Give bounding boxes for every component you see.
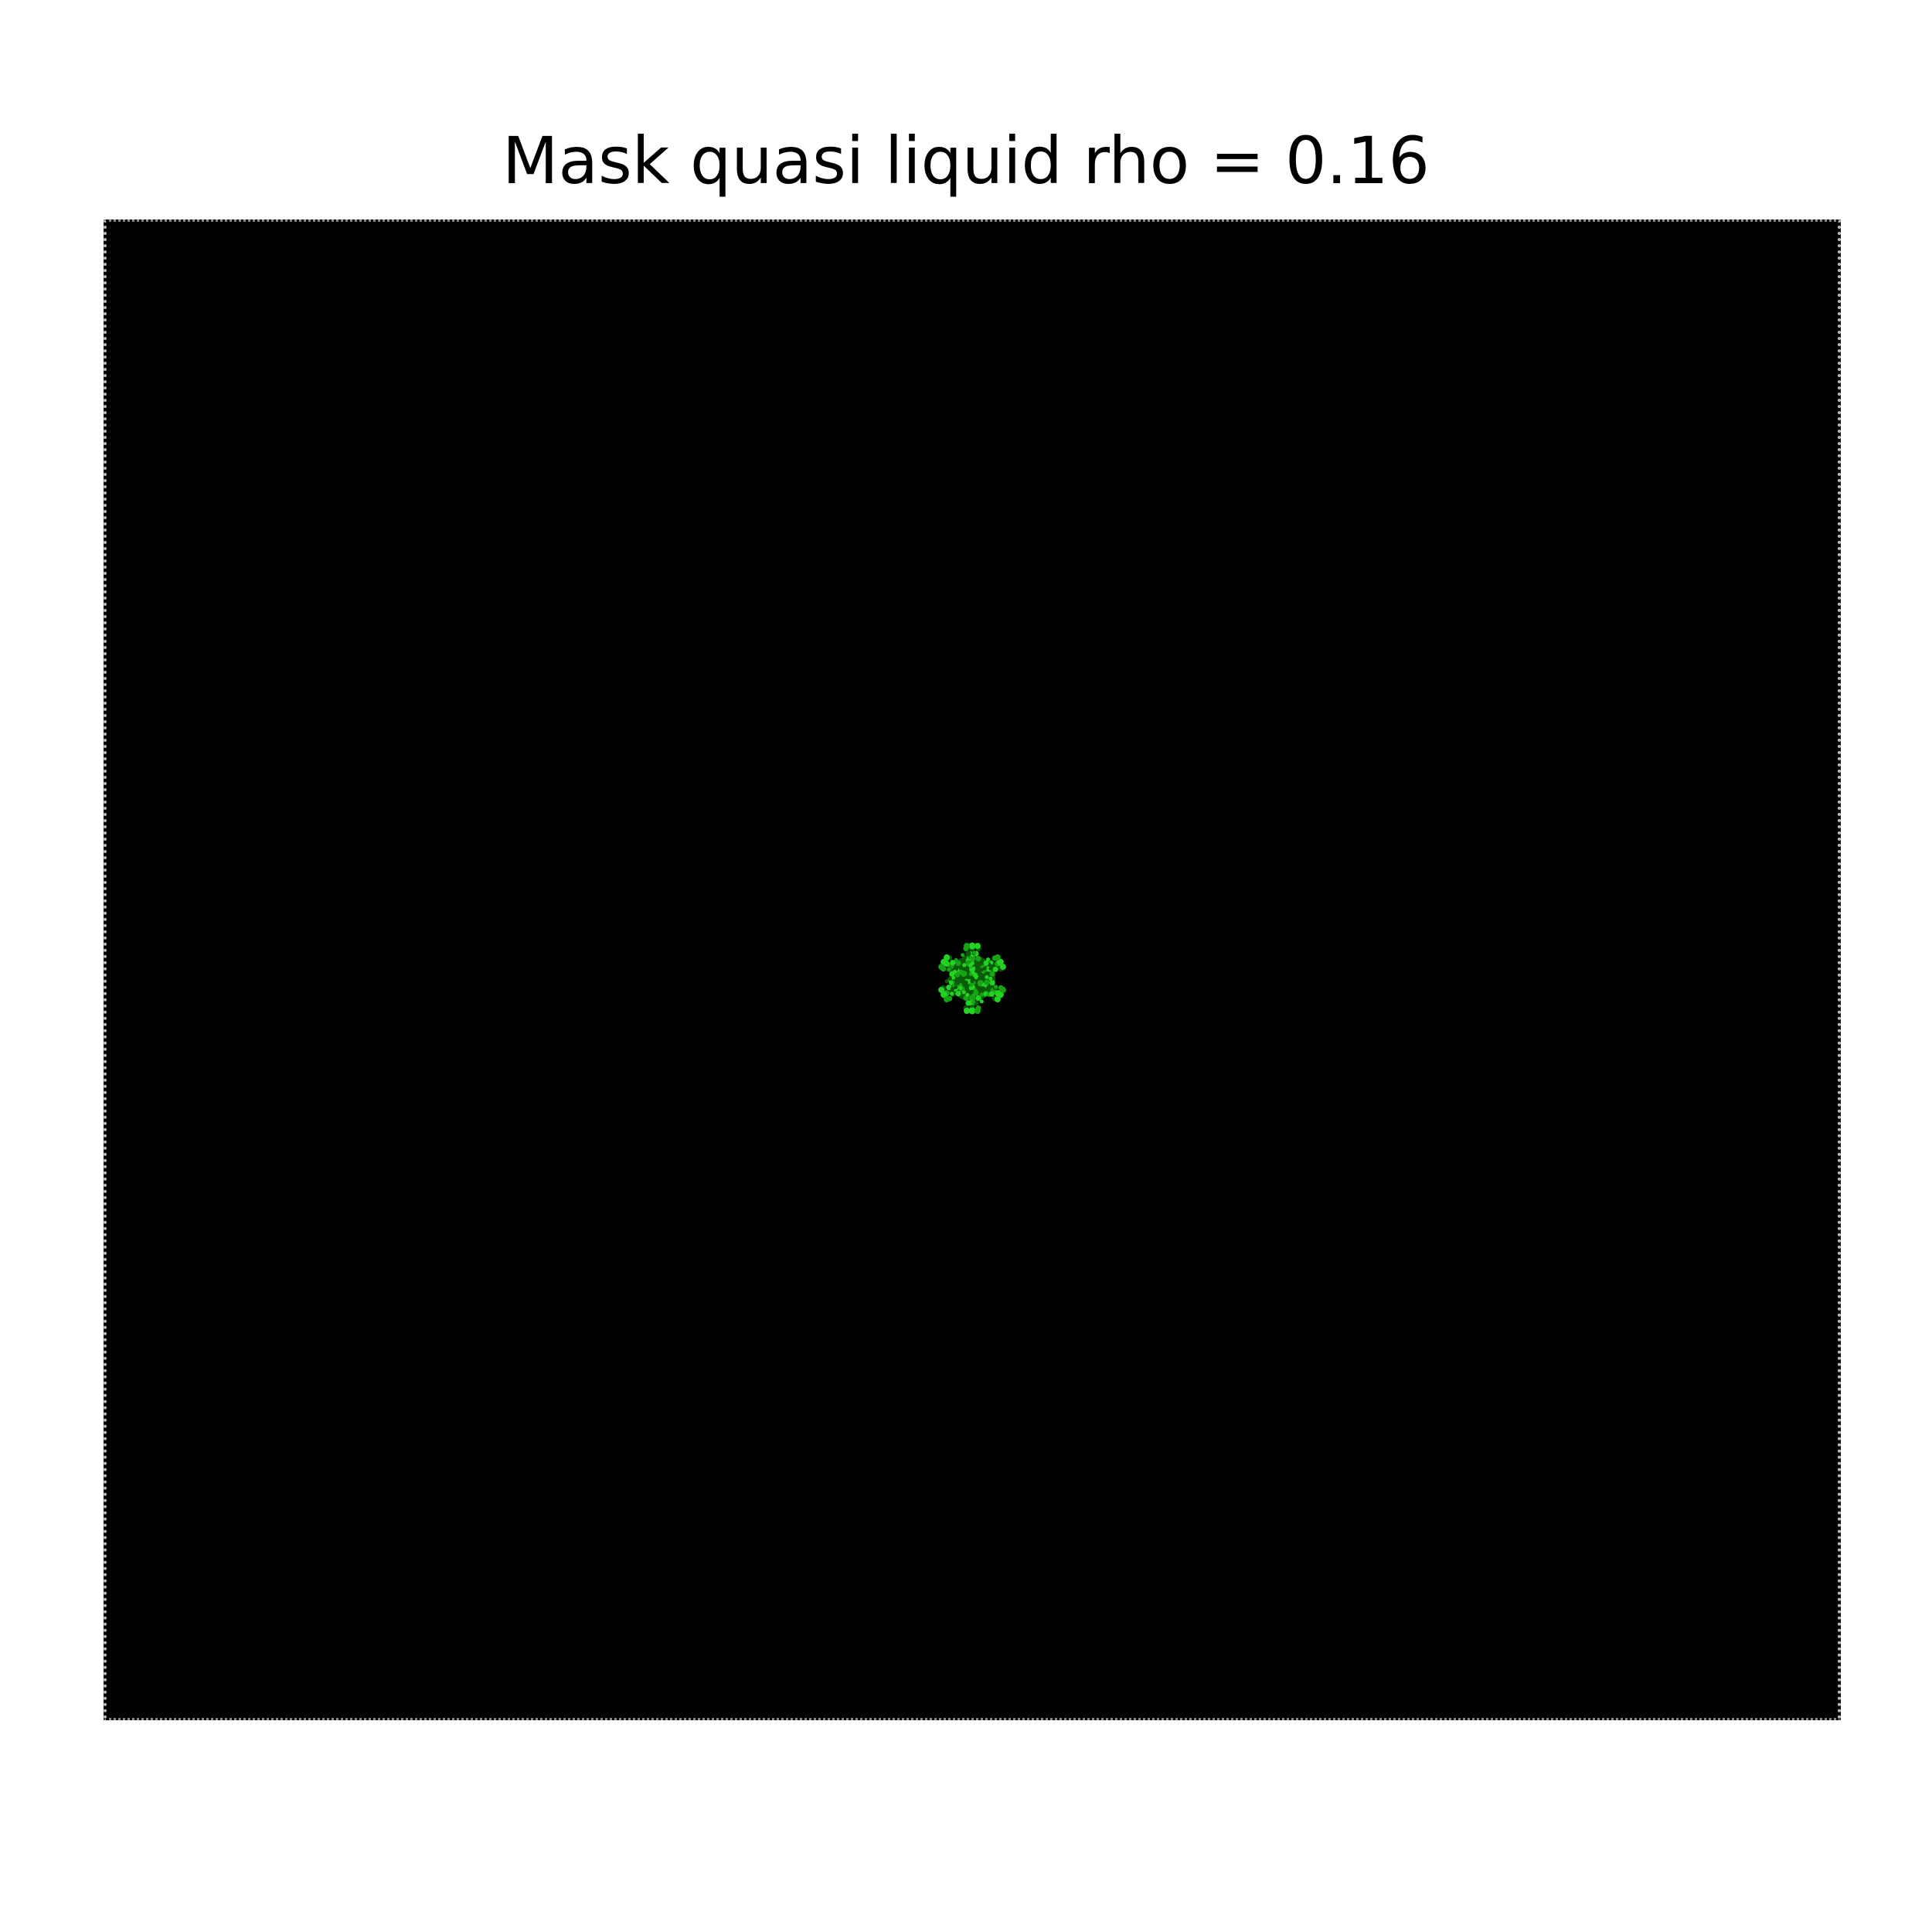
cluster-branch-dot	[989, 971, 995, 977]
cluster-speckle	[969, 975, 974, 980]
cluster-speckle	[947, 967, 951, 971]
cluster-speckle	[971, 1000, 976, 1005]
cluster-branch-dot	[955, 991, 961, 997]
cluster-tip-dot	[975, 943, 981, 949]
cluster-branch-dot	[954, 979, 961, 985]
cluster-speckle	[968, 955, 973, 960]
lattice-panel	[104, 219, 1841, 1720]
cluster-speckle	[950, 992, 954, 996]
cluster-tip-dot	[938, 964, 945, 971]
cluster-tip-dot	[938, 986, 945, 993]
cluster-speckle	[979, 999, 984, 1004]
cluster-branch-dot	[989, 980, 995, 986]
cluster-speckle	[971, 970, 975, 975]
cluster-speckle	[961, 958, 966, 963]
cluster-speckle	[986, 957, 991, 962]
mask-cluster	[938, 942, 1006, 1015]
cluster-speckle	[988, 976, 993, 981]
cluster-tip-dot	[994, 954, 1001, 961]
cluster-branch-dot	[992, 966, 998, 972]
cluster-tip-dot	[994, 996, 1001, 1003]
cluster-speckle	[988, 966, 993, 971]
cluster-speckle	[958, 969, 963, 974]
page-title: Mask quasi liquid rho = 0.16	[502, 123, 1430, 199]
cluster-speckle	[963, 967, 968, 971]
cluster-speckle	[950, 986, 954, 992]
cluster-tip-dot	[999, 986, 1006, 993]
cluster-tip-dot	[975, 1008, 981, 1014]
cluster-speckle	[954, 957, 958, 962]
cluster-speckle	[947, 976, 952, 981]
cluster-speckle	[983, 992, 988, 996]
cluster-speckle	[988, 992, 993, 997]
cluster-branch-dot	[965, 951, 971, 957]
cluster-speckle	[944, 979, 949, 984]
cluster-speckle	[968, 963, 973, 968]
cluster-speckle	[971, 992, 976, 997]
cluster-speckle	[953, 969, 957, 975]
cluster-speckle	[965, 992, 970, 997]
cluster-speckle	[973, 988, 978, 993]
cluster-speckle	[977, 976, 982, 981]
cluster-speckle	[978, 971, 982, 977]
cluster-speckle	[964, 980, 968, 985]
cluster-speckle	[955, 973, 960, 978]
cluster-speckle	[993, 985, 998, 989]
cluster-tip-dot	[944, 954, 951, 961]
cluster-speckle	[982, 966, 987, 971]
cluster-speckle	[985, 961, 989, 966]
cluster-branch-dot	[975, 955, 981, 962]
cluster-speckle	[978, 988, 983, 993]
cluster-speckle	[958, 985, 963, 990]
cluster-tip-dot	[964, 1008, 970, 1014]
mask-cluster-plot	[938, 942, 1006, 1015]
cluster-speckle	[969, 982, 974, 987]
cluster-branch-dot	[965, 1000, 971, 1006]
cluster-tip-dot	[944, 996, 951, 1003]
cluster-speckle	[972, 951, 977, 955]
cluster-tip-dot	[964, 943, 970, 949]
cluster-tip-dot	[999, 964, 1006, 971]
cluster-speckle	[970, 978, 975, 984]
cluster-speckle	[962, 963, 967, 968]
cluster-speckle	[985, 975, 989, 979]
cluster-speckle	[961, 953, 965, 957]
cluster-branch-dot	[984, 979, 990, 985]
